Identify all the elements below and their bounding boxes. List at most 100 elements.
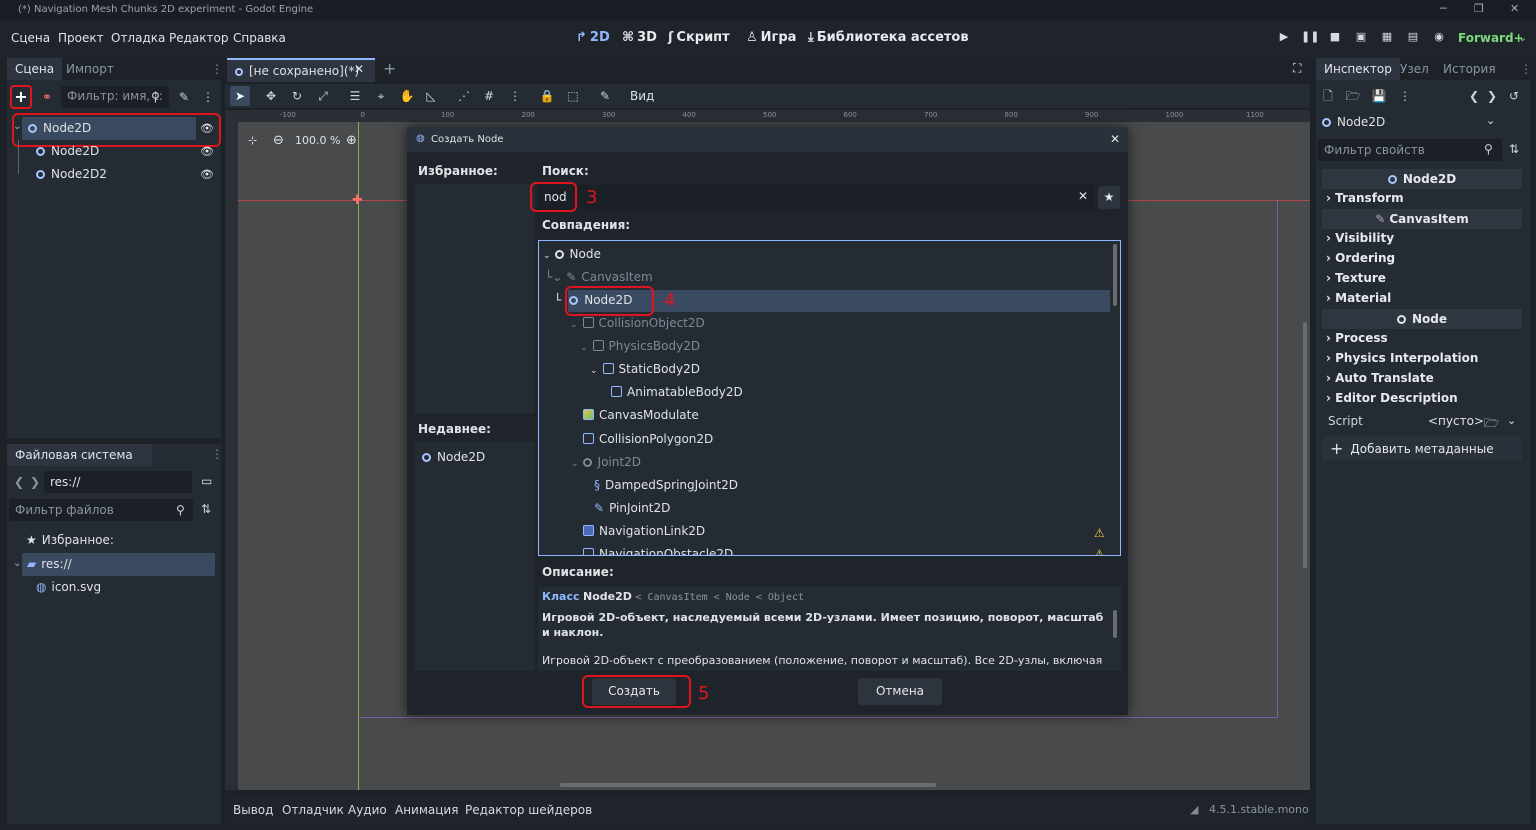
match-pinjoint2d[interactable]: ✎ PinJoint2D bbox=[594, 497, 670, 520]
split-view-icon[interactable]: ▭ bbox=[201, 474, 212, 488]
workspace-2d[interactable]: ↱ 2D bbox=[576, 30, 610, 45]
tree-scrollbar[interactable] bbox=[1113, 244, 1117, 306]
smart-snap-icon[interactable]: ⋰ bbox=[454, 86, 474, 106]
match-clipped-row[interactable]: NavigationObstacle2D bbox=[583, 543, 1113, 555]
match-collisionpolygon2d[interactable]: CollisionPolygon2D bbox=[583, 428, 713, 451]
movie-icon[interactable]: ◉ bbox=[1431, 30, 1447, 46]
zoom-in-icon[interactable]: ⊕ bbox=[346, 133, 357, 148]
workspace-3d[interactable]: ⌘ 3D bbox=[622, 30, 657, 45]
minimize-icon[interactable]: ─ bbox=[1440, 2, 1447, 15]
kebab-icon[interactable]: ⋮ bbox=[1520, 62, 1532, 76]
match-dampedspringjoint2d[interactable]: § DampedSpringJoint2D bbox=[594, 474, 738, 497]
menu-help[interactable]: Справка bbox=[233, 31, 286, 45]
section-editor-description[interactable]: › Editor Description bbox=[1326, 388, 1458, 408]
description-scrollbar[interactable] bbox=[1113, 610, 1117, 638]
tree-node-child-1[interactable]: Node2D bbox=[36, 140, 99, 163]
visibility-eye-icon[interactable]: 👁 bbox=[200, 145, 214, 158]
search-input[interactable]: nod bbox=[538, 185, 1094, 210]
open-folder-icon[interactable]: 🗁 bbox=[1343, 86, 1363, 106]
close-icon[interactable]: ✕ bbox=[1110, 132, 1120, 146]
match-staticbody2d[interactable]: ⌄ StaticBody2D bbox=[590, 358, 700, 381]
match-navigationlink2d[interactable]: NavigationLink2D bbox=[583, 520, 705, 543]
match-collisionobject2d[interactable]: ⌄ CollisionObject2D bbox=[570, 312, 705, 335]
sort-icon[interactable]: ⇅ bbox=[201, 502, 211, 516]
section-physics-interpolation[interactable]: › Physics Interpolation bbox=[1326, 348, 1478, 368]
forward-icon[interactable]: ❯ bbox=[1482, 86, 1502, 106]
tab-unsaved-scene[interactable]: [не сохранено](*) bbox=[227, 58, 375, 82]
recent-item[interactable]: Node2D bbox=[422, 446, 485, 469]
history-icon[interactable]: ↺ bbox=[1504, 86, 1524, 106]
match-joint2d[interactable]: ⌄ Joint2D bbox=[571, 451, 641, 474]
workspace-script[interactable]: ʃ Скрипт bbox=[668, 30, 730, 45]
close-tab-icon[interactable]: ✕ bbox=[354, 62, 364, 76]
back-icon[interactable]: ❮ bbox=[14, 475, 24, 489]
collapse-icon[interactable]: ⌄ bbox=[13, 558, 21, 569]
chevron-down-icon[interactable]: ⌄ bbox=[1486, 114, 1495, 127]
zoom-out-icon[interactable]: ⊖ bbox=[273, 133, 284, 148]
save-icon[interactable]: 💾 bbox=[1369, 86, 1389, 106]
scale-mode-icon[interactable]: ⤢ bbox=[313, 86, 333, 106]
forward-icon[interactable]: ❯ bbox=[30, 475, 40, 489]
match-canvasmodulate[interactable]: CanvasModulate bbox=[583, 404, 699, 427]
close-window-icon[interactable]: ✕ bbox=[1510, 2, 1519, 15]
chevron-down-icon[interactable]: ⌄ bbox=[1518, 31, 1527, 44]
scene-menu-icon[interactable]: ⋮ bbox=[198, 87, 218, 107]
chevron-down-icon[interactable]: ⌄ bbox=[1507, 414, 1516, 427]
workspace-assetlib[interactable]: ⤓ Библиотека ассетов bbox=[808, 30, 969, 45]
res-root-item[interactable]: ▰ res:// bbox=[22, 553, 215, 576]
snap-menu-icon[interactable]: ⋮ bbox=[505, 86, 525, 106]
clear-icon[interactable]: ✕ bbox=[1078, 189, 1088, 203]
play-icon[interactable]: ▶ bbox=[1276, 30, 1292, 46]
favorites-item[interactable]: ★ Избранное: bbox=[26, 529, 114, 552]
rotate-mode-icon[interactable]: ↻ bbox=[287, 86, 307, 106]
menu-project[interactable]: Проект bbox=[58, 31, 104, 45]
workspace-game[interactable]: ♙ Игра bbox=[746, 30, 796, 45]
back-icon[interactable]: ❮ bbox=[1464, 86, 1484, 106]
instance-scene-icon[interactable]: ⚭ bbox=[37, 87, 57, 107]
tab-debugger[interactable]: Отладчик bbox=[282, 803, 344, 817]
tab-scene[interactable]: Сцена bbox=[7, 58, 63, 80]
tab-filesystem[interactable]: Файловая система bbox=[7, 444, 152, 466]
new-resource-icon[interactable]: 🗋 bbox=[1318, 86, 1338, 106]
vertical-scrollbar[interactable] bbox=[1303, 322, 1307, 568]
match-node[interactable]: ⌄ Node bbox=[543, 243, 601, 266]
play-scene-icon[interactable]: ▦ bbox=[1379, 30, 1395, 46]
kebab-icon[interactable]: ⋮ bbox=[211, 447, 223, 461]
menu-scene[interactable]: Сцена bbox=[11, 31, 50, 45]
visibility-eye-icon[interactable]: 👁 bbox=[200, 168, 214, 181]
group-icon[interactable]: ⬚ bbox=[563, 86, 583, 106]
horizontal-scrollbar[interactable] bbox=[560, 783, 936, 787]
attach-script-icon[interactable]: ✎ bbox=[174, 87, 194, 107]
inspector-menu-icon[interactable]: ⋮ bbox=[1395, 86, 1415, 106]
view-menu[interactable]: Вид bbox=[630, 89, 654, 103]
maximize-icon[interactable]: ❐ bbox=[1474, 2, 1484, 15]
add-tab-icon[interactable]: + bbox=[383, 59, 396, 78]
file-item[interactable]: ◍ icon.svg bbox=[36, 576, 101, 599]
node-select[interactable]: Node2D bbox=[1318, 111, 1502, 133]
script-value[interactable]: <пусто> bbox=[1428, 414, 1484, 428]
play-custom-icon[interactable]: ▤ bbox=[1405, 30, 1421, 46]
section-transform[interactable]: › Transform bbox=[1326, 188, 1404, 208]
renderer-select[interactable]: Forward+ bbox=[1458, 31, 1524, 45]
lock-icon[interactable]: 🔒 bbox=[537, 86, 557, 106]
filter-settings-icon[interactable]: ⇅ bbox=[1509, 142, 1519, 156]
bone-icon[interactable]: ✎ bbox=[595, 86, 615, 106]
kebab-icon[interactable]: ⋮ bbox=[211, 62, 223, 76]
tab-animation[interactable]: Анимация bbox=[395, 803, 458, 817]
tab-inspector[interactable]: Инспектор bbox=[1316, 58, 1400, 80]
center-view-icon[interactable]: ⊹ bbox=[248, 134, 257, 147]
add-metadata-button[interactable]: + Добавить метаданные bbox=[1322, 437, 1522, 461]
menu-editor[interactable]: Редактор bbox=[169, 31, 228, 45]
stop-icon[interactable]: ■ bbox=[1327, 30, 1343, 46]
move-mode-icon[interactable]: ✥ bbox=[261, 86, 281, 106]
folder-icon[interactable]: 🗁 bbox=[1484, 414, 1499, 435]
match-physicsbody2d[interactable]: ⌄ PhysicsBody2D bbox=[580, 335, 700, 358]
pan-icon[interactable]: ✋ bbox=[397, 86, 417, 106]
path-field[interactable]: res:// bbox=[44, 471, 192, 493]
tab-audio[interactable]: Аудио bbox=[348, 803, 387, 817]
select-mode-icon[interactable]: ➤ bbox=[230, 86, 250, 106]
cancel-button[interactable]: Отмена bbox=[858, 678, 942, 705]
section-texture[interactable]: › Texture bbox=[1326, 268, 1386, 288]
zoom-level[interactable]: 100.0 % bbox=[295, 134, 340, 147]
tab-node[interactable]: Узел bbox=[1392, 58, 1437, 80]
